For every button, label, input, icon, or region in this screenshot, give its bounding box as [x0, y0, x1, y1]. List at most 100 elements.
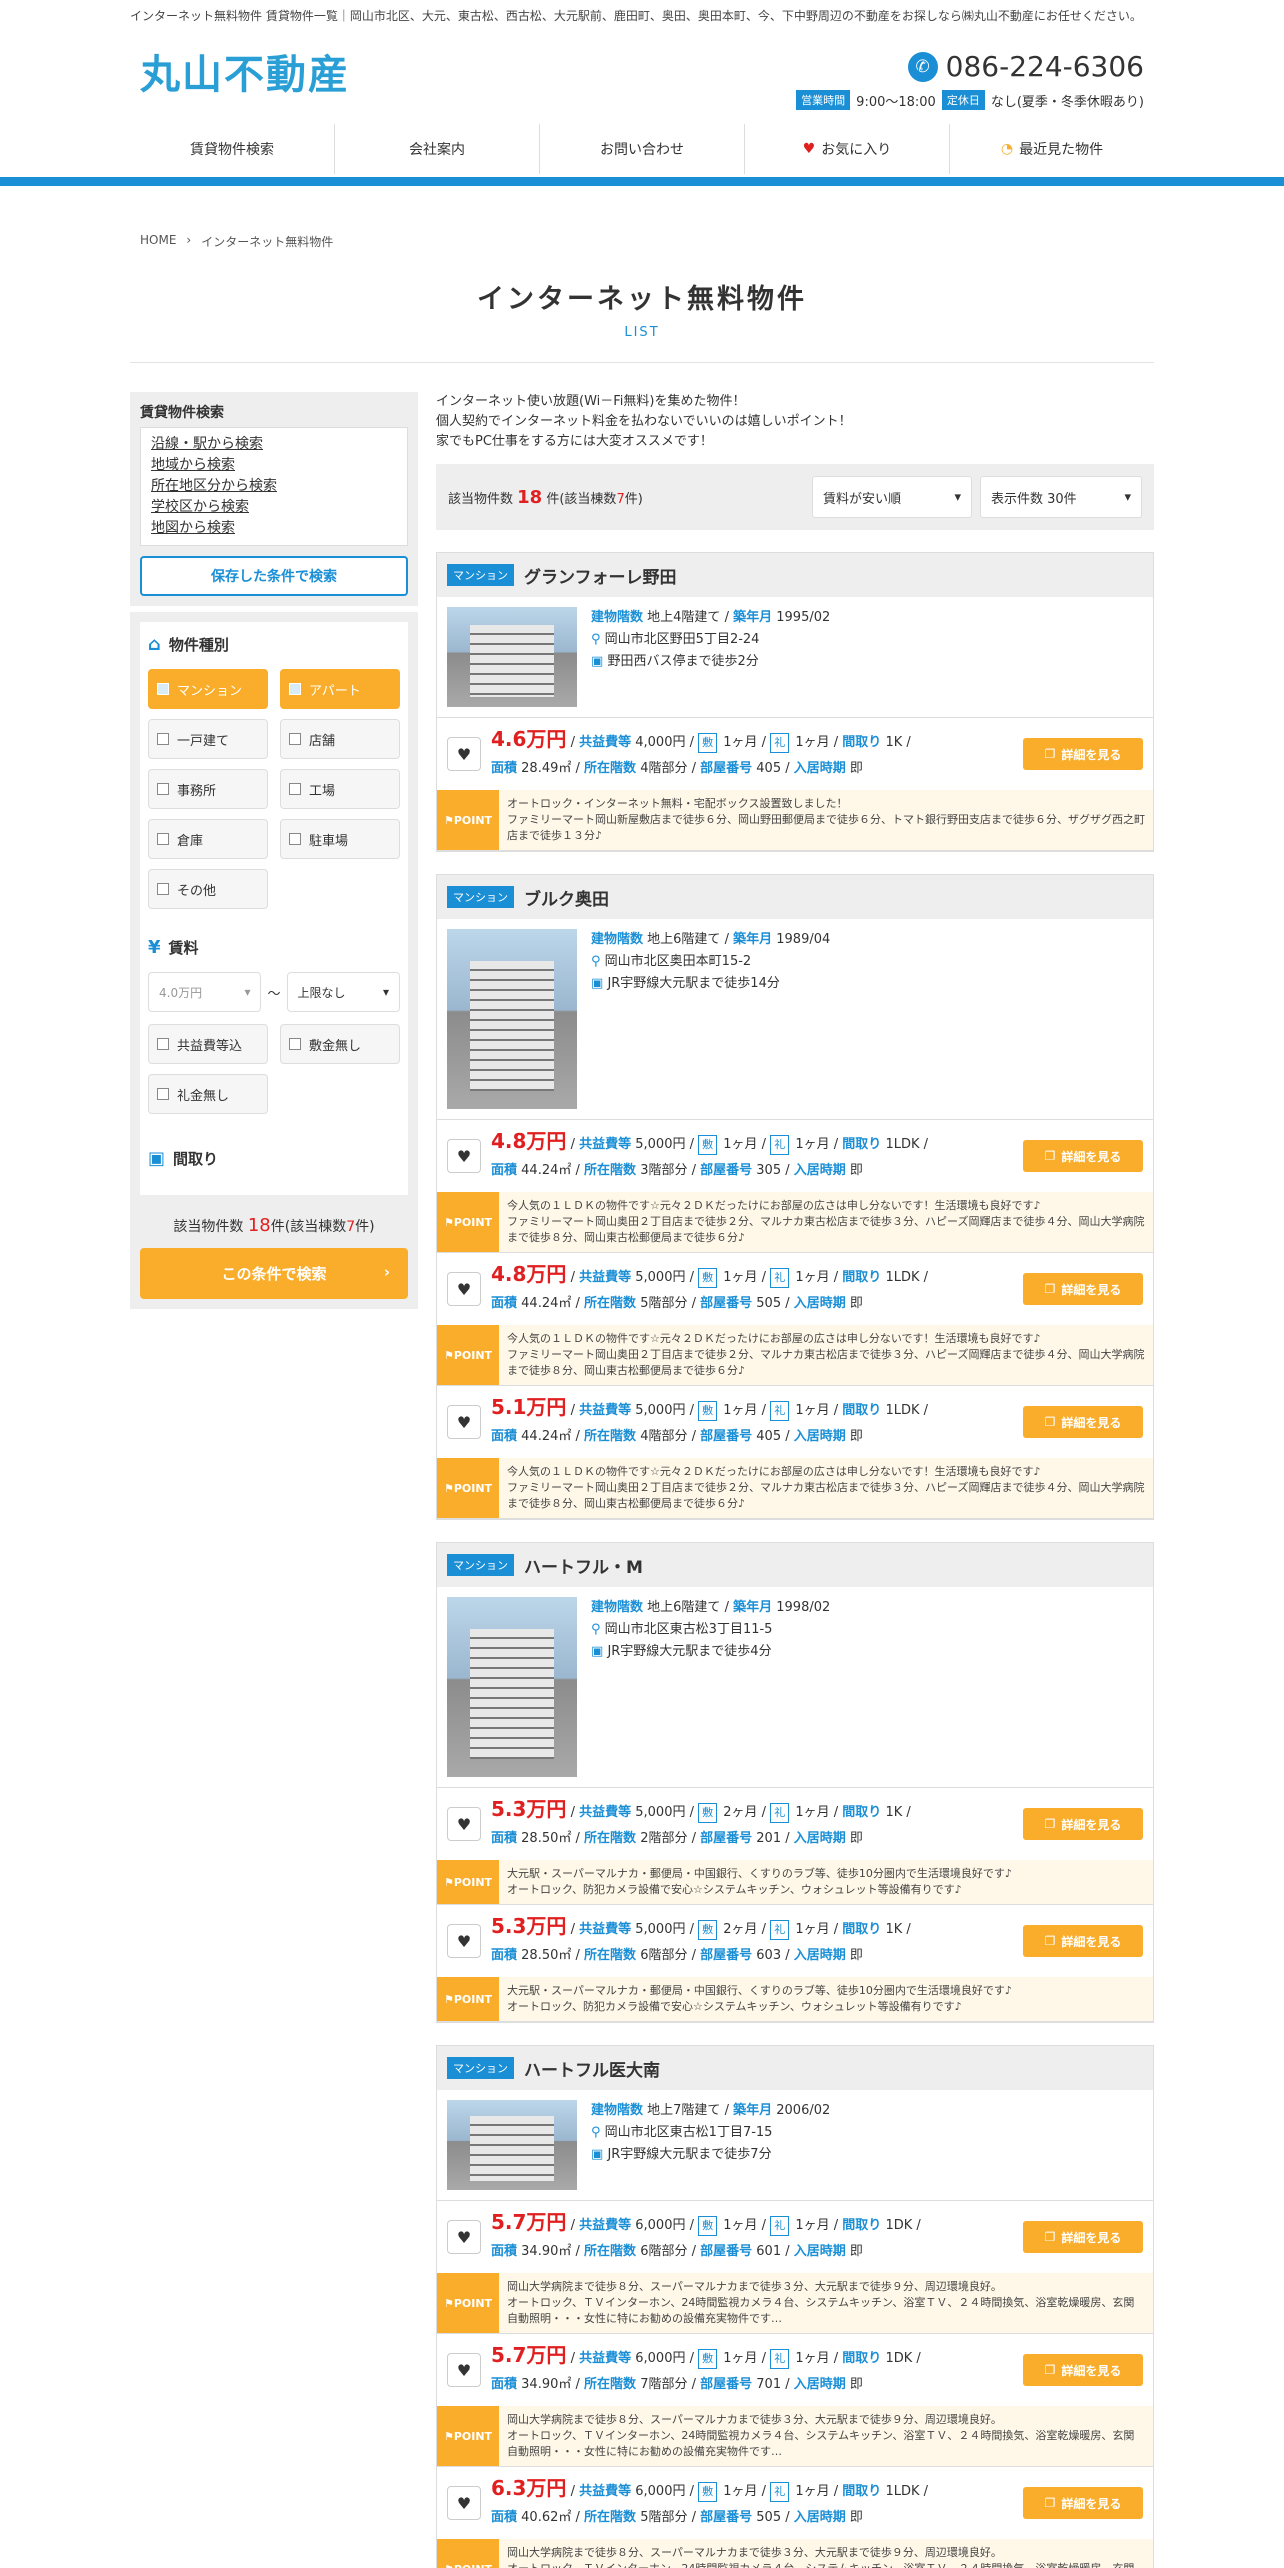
address-line: ⚲ 岡山市北区奥田本町15-2 [591, 951, 830, 973]
details-button[interactable]: ❐ 詳細を見る [1023, 738, 1143, 770]
label: 間取り [842, 1403, 882, 1418]
checkbox[interactable] [289, 733, 301, 745]
rent-max-select[interactable]: 上限なし ▾ [286, 972, 400, 1012]
property-name[interactable]: ブルク奥田 [524, 885, 609, 910]
checkbox[interactable] [157, 883, 169, 895]
rent-value: 5.3万円 [491, 1797, 567, 1821]
label: 建物階数 [591, 2103, 644, 2118]
label: 入居時期 [793, 2510, 846, 2525]
property-list: マンション グランフォーレ野田建物階数 地上4階建て / 築年月 1995/02 ⚲… [436, 552, 1154, 2568]
nav-company[interactable]: 会社案内 [334, 124, 539, 174]
type-option[interactable]: 一戸建て [148, 719, 268, 759]
property-photo[interactable] [447, 2100, 577, 2190]
label: 建物階数 [591, 610, 644, 625]
sort-select[interactable]: 賃料が安い順 ▾ [812, 476, 972, 518]
site-logo[interactable]: 丸山不動産 [140, 42, 350, 100]
checkbox[interactable] [289, 783, 301, 795]
property-photo[interactable] [447, 607, 577, 707]
type-option[interactable]: 店舗 [280, 719, 400, 759]
phone-number[interactable]: ✆ 086-224-6306 [907, 50, 1144, 83]
details-button[interactable]: ❐ 詳細を見る [1023, 1273, 1143, 1305]
checkbox[interactable] [157, 733, 169, 745]
favorite-button[interactable]: ♥ [447, 1139, 481, 1173]
search-link-area[interactable]: 地域から検索 [151, 455, 397, 476]
checkbox[interactable] [157, 1088, 169, 1100]
checkbox[interactable] [289, 833, 301, 845]
checkbox[interactable] [157, 683, 169, 695]
nav-recent[interactable]: ◔ 最近見た物件 [949, 124, 1154, 174]
property-header: マンション ハートフル医大南 [437, 2046, 1153, 2090]
details-button[interactable]: ❐ 詳細を見る [1023, 2221, 1143, 2253]
area-value: 44.24㎡ [521, 1163, 572, 1178]
point-tag: ⚑POINT [437, 2273, 499, 2333]
type-option[interactable]: 倉庫 [148, 819, 268, 859]
rent-min-select[interactable]: 4.0万円 ▾ [148, 972, 262, 1012]
type-option[interactable]: その他 [148, 869, 268, 909]
point-label: POINT [454, 2563, 492, 2568]
layout-value: 1LDK [885, 1270, 920, 1285]
search-link-line[interactable]: 沿線・駅から検索 [151, 434, 397, 455]
label: 共益費等 [579, 735, 632, 750]
favorite-button[interactable]: ♥ [447, 737, 481, 771]
property-name[interactable]: ハートフル医大南 [524, 2056, 660, 2081]
favorite-button[interactable]: ♥ [447, 1405, 481, 1439]
rent-value: 5.3万円 [491, 1914, 567, 1938]
details-button[interactable]: ❐ 詳細を見る [1023, 1140, 1143, 1172]
favorite-button[interactable]: ♥ [447, 1924, 481, 1958]
type-option[interactable]: 工場 [280, 769, 400, 809]
details-button[interactable]: ❐ 詳細を見る [1023, 2487, 1143, 2519]
intro-line: インターネット使い放題(Wi－Fi無料)を集めた物件！ [436, 394, 746, 409]
address-line: ⚲ 岡山市北区東古松1丁目7-15 [591, 2122, 830, 2144]
label: 部屋番号 [700, 1948, 753, 1963]
option-no-deposit[interactable]: 敷金無し [280, 1024, 400, 1064]
type-option[interactable]: アパート [280, 669, 400, 709]
search-link-district[interactable]: 所在地区分から検索 [151, 476, 397, 497]
category-badge: マンション [447, 886, 514, 908]
per-page-select[interactable]: 表示件数 30件 ▾ [980, 476, 1142, 518]
point-box: ⚑ POINT 今人気の１ＬＤＫの物件です☆元々２ＤＫだったけにお部屋の広さは申し分… [437, 1192, 1153, 1252]
property-photo[interactable] [447, 1597, 577, 1777]
favorite-button[interactable]: ♥ [447, 2353, 481, 2387]
details-button[interactable]: ❐ 詳細を見る [1023, 1925, 1143, 1957]
property-name[interactable]: グランフォーレ野田 [524, 563, 677, 588]
checkbox[interactable] [157, 833, 169, 845]
search-link-map[interactable]: 地図から検索 [151, 518, 397, 539]
breadcrumb-home[interactable]: HOME [140, 233, 176, 250]
checkbox[interactable] [157, 1038, 169, 1050]
favorite-button[interactable]: ♥ [447, 2220, 481, 2254]
property-meta: 建物階数 地上4階建て / 築年月 1995/02 ⚲ 岡山市北区野田5丁目2-2… [591, 607, 830, 707]
room-details: 5.3万円 / 共益費等 5,000円 / 敷 2ヶ月 / 礼 1ヶ月 / 間取… [491, 1797, 911, 1846]
option-common-fee[interactable]: 共益費等込 [148, 1024, 268, 1064]
details-button[interactable]: ❐ 詳細を見る [1023, 1406, 1143, 1438]
nav-contact[interactable]: お問い合わせ [539, 124, 744, 174]
global-nav: 賃貸物件検索 会社案内 お問い合わせ ♥ お気に入り ◔ 最近見た物件 [130, 124, 1154, 174]
checkbox[interactable] [289, 1038, 301, 1050]
checkbox[interactable] [289, 683, 301, 695]
type-option[interactable]: 駐車場 [280, 819, 400, 859]
nav-favorites[interactable]: ♥ お気に入り [744, 124, 949, 174]
access-line: ▣ 野田西バス停まで徒歩2分 [591, 651, 830, 673]
type-option[interactable]: 事務所 [148, 769, 268, 809]
favorite-button[interactable]: ♥ [447, 2486, 481, 2520]
label: 所在階数 [584, 2244, 637, 2259]
saved-search-button[interactable]: 保存した条件で検索 [140, 556, 408, 596]
checkbox[interactable] [157, 783, 169, 795]
details-button[interactable]: ❐ 詳細を見る [1023, 1808, 1143, 1840]
details-button[interactable]: ❐ 詳細を見る [1023, 2354, 1143, 2386]
label: 面積 [491, 1296, 518, 1311]
search-link-school[interactable]: 学校区から検索 [151, 497, 397, 518]
property-card: マンション グランフォーレ野田 建物階数 地上4階建て / 築年月 1995/02 ⚲… [436, 552, 1154, 852]
category-badge: マンション [447, 2057, 514, 2079]
favorite-button[interactable]: ♥ [447, 1272, 481, 1306]
nav-rental-search[interactable]: 賃貸物件検索 [130, 124, 334, 174]
label: 面積 [491, 2244, 518, 2259]
search-button[interactable]: この条件で検索 › [140, 1248, 408, 1299]
favorite-button[interactable]: ♥ [447, 1807, 481, 1841]
caret-down-icon: ▾ [1124, 489, 1131, 505]
label: 所在階数 [584, 1296, 637, 1311]
built-value: 1995/02 [776, 610, 831, 625]
property-photo[interactable] [447, 929, 577, 1109]
option-no-key-money[interactable]: 礼金無し [148, 1074, 268, 1114]
type-option[interactable]: マンション [148, 669, 268, 709]
property-name[interactable]: ハートフル・M [524, 1553, 643, 1578]
